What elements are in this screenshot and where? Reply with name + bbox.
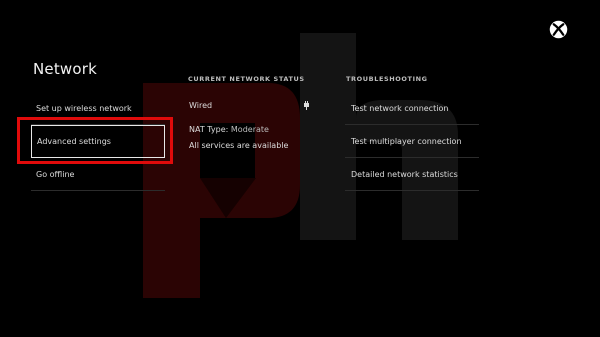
highlight-annotation-box	[17, 117, 173, 164]
xbox-logo-icon	[549, 20, 568, 39]
troubleshooting-header: TROUBLESHOOTING	[346, 75, 428, 83]
page-title: Network	[33, 60, 98, 79]
troubleshooting-item-label: Test multiplayer connection	[351, 136, 462, 146]
test-network-connection-button[interactable]: Test network connection	[345, 92, 479, 125]
services-status: All services are available	[189, 141, 289, 150]
troubleshooting-list: Test network connection Test multiplayer…	[345, 92, 479, 191]
nat-type-value: Moderate	[230, 125, 269, 134]
detailed-network-statistics-button[interactable]: Detailed network statistics	[345, 158, 479, 191]
connection-type: Wired	[189, 101, 213, 110]
ethernet-plug-icon	[304, 101, 309, 110]
nat-type-line: NAT Type: Moderate	[189, 125, 269, 134]
test-multiplayer-connection-button[interactable]: Test multiplayer connection	[345, 125, 479, 158]
troubleshooting-item-label: Detailed network statistics	[351, 169, 458, 179]
nat-type-label: NAT Type:	[189, 125, 229, 134]
menu-item-label: Go offline	[36, 169, 75, 179]
network-status-header: CURRENT NETWORK STATUS	[188, 75, 305, 83]
troubleshooting-item-label: Test network connection	[351, 103, 449, 113]
menu-item-label: Set up wireless network	[36, 103, 132, 113]
